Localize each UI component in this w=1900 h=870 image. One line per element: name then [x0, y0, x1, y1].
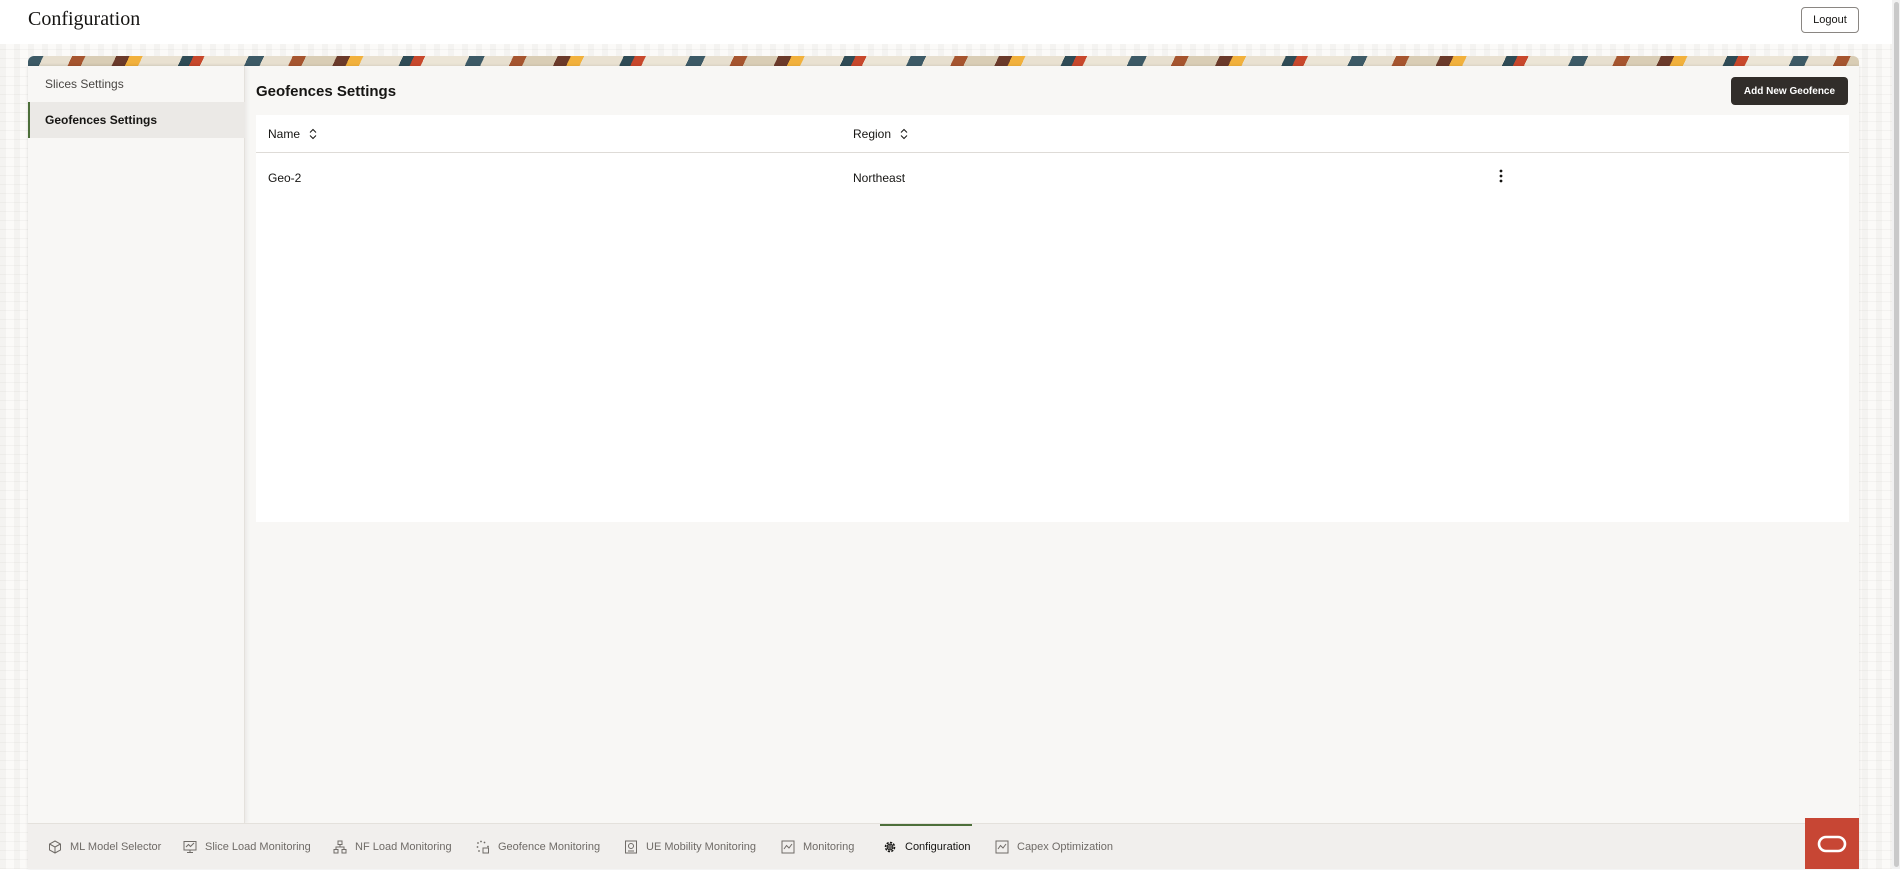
sidebar-item-label: Geofences Settings — [45, 113, 158, 127]
column-header-label: Region — [853, 127, 892, 141]
nav-item-slice-load-monitoring[interactable]: Slice Load Monitoring — [183, 824, 311, 870]
sort-icon[interactable] — [309, 128, 317, 140]
nav-item-configuration[interactable]: Configuration — [879, 824, 973, 870]
page-title: Configuration — [28, 8, 141, 30]
top-bar: Configuration Logout — [0, 0, 1900, 44]
section-title: Geofences Settings — [256, 83, 397, 100]
settings-sidebar: Slices Settings Geofences Settings — [28, 66, 245, 824]
table-row[interactable]: Geo-2 Northeast — [256, 154, 1849, 201]
add-new-geofence-button[interactable]: Add New Geofence — [1731, 77, 1848, 105]
monitor-icon — [183, 840, 197, 854]
nav-item-ml-model-selector[interactable]: ML Model Selector — [48, 824, 161, 870]
nav-item-label: ML Model Selector — [70, 841, 162, 853]
main-content: Geofences Settings Add New Geofence Name… — [256, 66, 1849, 824]
decorative-banner — [28, 56, 1859, 66]
app-panel: Slices Settings Geofences Settings Geofe… — [28, 66, 1859, 869]
oracle-logo-icon[interactable] — [1805, 818, 1859, 869]
nav-item-label: Configuration — [905, 841, 971, 853]
cube-icon — [48, 840, 62, 854]
geofences-table: Name Region Geo-2 Northeast — [256, 115, 1849, 522]
nav-item-ue-mobility-monitoring[interactable]: UE Mobility Monitoring — [624, 824, 756, 870]
chart-icon — [781, 840, 795, 854]
sidebar-item-slices-settings[interactable]: Slices Settings — [28, 66, 245, 102]
nav-item-monitoring[interactable]: Monitoring — [781, 824, 854, 870]
nav-item-nf-load-monitoring[interactable]: NF Load Monitoring — [333, 824, 452, 870]
row-actions-kebab-icon[interactable] — [1491, 166, 1511, 186]
cell-region: Northeast — [853, 170, 906, 185]
nav-item-label: UE Mobility Monitoring — [646, 841, 757, 853]
nav-item-label: Monitoring — [803, 841, 855, 853]
nav-item-label: NF Load Monitoring — [355, 841, 452, 853]
nav-item-label: Geofence Monitoring — [498, 841, 601, 853]
table-header: Name Region — [256, 115, 1849, 153]
column-header-name[interactable]: Name — [268, 115, 317, 153]
gear-icon — [883, 840, 897, 854]
nav-item-capex-optimization[interactable]: Capex Optimization — [995, 824, 1113, 870]
sidebar-item-geofences-settings[interactable]: Geofences Settings — [28, 102, 245, 138]
nav-item-label: Capex Optimization — [1017, 841, 1113, 853]
scrollbar-thumb[interactable] — [1894, 2, 1899, 867]
device-icon — [624, 840, 638, 854]
column-header-label: Name — [268, 127, 301, 141]
logout-button[interactable]: Logout — [1801, 7, 1859, 33]
column-header-region[interactable]: Region — [853, 115, 908, 153]
geofence-icon — [476, 840, 490, 854]
cell-name: Geo-2 — [268, 170, 302, 185]
bottom-navigation: ML Model Selector Slice Load Monitoring … — [28, 823, 1859, 869]
chart-icon — [995, 840, 1009, 854]
sidebar-item-label: Slices Settings — [45, 77, 124, 91]
sort-icon[interactable] — [900, 128, 908, 140]
network-icon — [333, 840, 347, 854]
nav-item-geofence-monitoring[interactable]: Geofence Monitoring — [476, 824, 600, 870]
nav-item-label: Slice Load Monitoring — [205, 841, 311, 853]
